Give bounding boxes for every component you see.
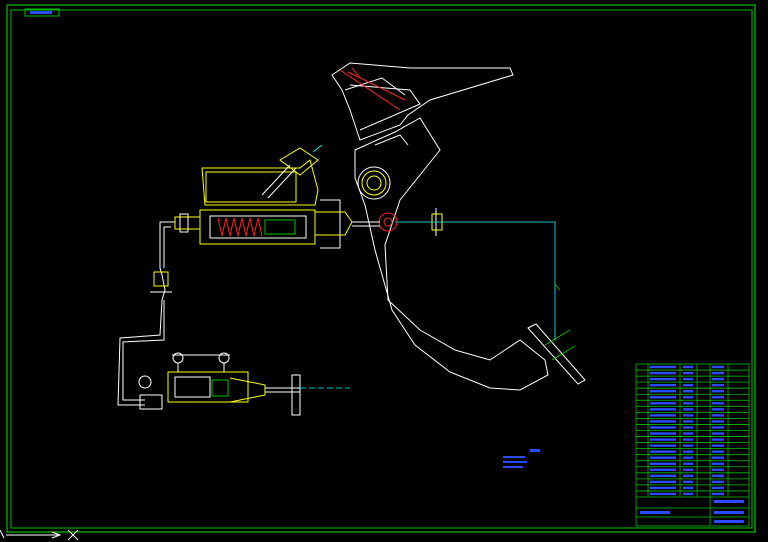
slave-cylinder [138, 352, 301, 416]
bom-cell-entry [683, 438, 693, 441]
bom-cell-entry [650, 450, 676, 453]
bom-cell-entry [650, 420, 676, 423]
bom-cell-entry [712, 438, 724, 441]
title-block-field [640, 511, 670, 514]
bom-cell-entry [712, 480, 724, 484]
bom-cell-entry [712, 444, 724, 447]
bom-cell-entry [683, 420, 693, 423]
bom-cell-entry [712, 377, 724, 381]
bom-cell-entry [683, 389, 693, 393]
bom-cell-entry [650, 456, 676, 459]
bom-cell-entry [712, 420, 724, 423]
pedal-pad [527, 323, 586, 385]
bom-cell-entry [712, 389, 724, 393]
bom-cell-entry [683, 474, 693, 478]
reservoir [201, 147, 319, 206]
bom-cell-entry [712, 456, 724, 459]
bom-cell-entry [712, 396, 724, 399]
bom-cell-entry [650, 383, 676, 387]
bom-cell-entry [650, 486, 676, 490]
bom-cell-entry [683, 383, 693, 387]
bom-cell-entry [712, 408, 724, 411]
bom-cell-entry [650, 462, 676, 465]
pivot-bushing [361, 170, 387, 196]
pedal-assembly [117, 62, 586, 416]
bom-cell-entry [683, 450, 693, 453]
bom-cell-entry [650, 438, 676, 441]
pedal-arm [354, 117, 549, 391]
bom-cell-entry [683, 365, 693, 369]
bom-cell-entry [683, 377, 693, 381]
bom-cell-entry [712, 462, 724, 465]
bom-cell-entry [683, 468, 693, 472]
bom-cell-entry [683, 456, 693, 459]
bom-cell-entry [683, 462, 693, 465]
cad-drawing-canvas[interactable] [0, 0, 768, 542]
pushrod-pin [378, 212, 398, 232]
drawing-svg [0, 4, 756, 541]
bom-cell-entry [650, 408, 676, 411]
bom-cell-entry [712, 371, 724, 375]
bom-cell-entry [650, 389, 676, 393]
technical-note [503, 449, 540, 468]
bom-cell-entry [712, 426, 724, 429]
bom-cell-entry [712, 383, 724, 387]
bom-cell-entry [650, 444, 676, 447]
drawing-frame [6, 4, 756, 533]
bom-cell-entry [683, 408, 693, 411]
bom-cell-entry [650, 377, 676, 381]
bom-cell-entry [683, 402, 693, 405]
bom-cell-entry [683, 480, 693, 484]
bom-cell-entry [683, 486, 693, 490]
bom-cell-entry [650, 474, 676, 478]
title-block-field [714, 511, 744, 514]
title-block-field [714, 520, 744, 523]
bom-cell-entry [683, 396, 693, 399]
bom-cell-entry [683, 432, 693, 435]
bom-cell-entry [650, 402, 676, 405]
title-block-field [714, 500, 744, 503]
bom-cell-entry [712, 492, 724, 496]
bom-cell-entry [683, 426, 693, 429]
bom-cell-entry [712, 474, 724, 478]
centerlines [300, 144, 561, 389]
bom-cell-entry [650, 432, 676, 435]
bom-cell-entry [650, 414, 676, 417]
cylinder-inlet-fitting [174, 213, 201, 233]
master-cylinder [199, 199, 353, 249]
bom-cell-entry [650, 480, 676, 484]
line-fitting [150, 271, 172, 293]
bom-cell-entry [650, 371, 676, 375]
bom-cell-entry [683, 444, 693, 447]
bom-cell-entry [683, 371, 693, 375]
bom-cell-entry [712, 468, 724, 472]
bom-cell-entry [712, 365, 724, 369]
bom-cell-entry [712, 450, 724, 453]
bom-cell-entry [712, 402, 724, 405]
pedal-bracket [331, 62, 514, 141]
bom-cell-entry [650, 426, 676, 429]
hydraulic-line [117, 221, 175, 406]
bom-cell-entry [712, 486, 724, 490]
bom-cell-entry [683, 414, 693, 417]
bom-cell-entry [650, 492, 676, 496]
bom-cell-entry [650, 396, 676, 399]
bom-cell-entry [712, 432, 724, 435]
bom-cell-entry [683, 492, 693, 496]
title-block-entries [640, 365, 744, 523]
bom-cell-entry [650, 365, 676, 369]
bom-cell-entry [650, 468, 676, 472]
bom-cell-entry [712, 414, 724, 417]
